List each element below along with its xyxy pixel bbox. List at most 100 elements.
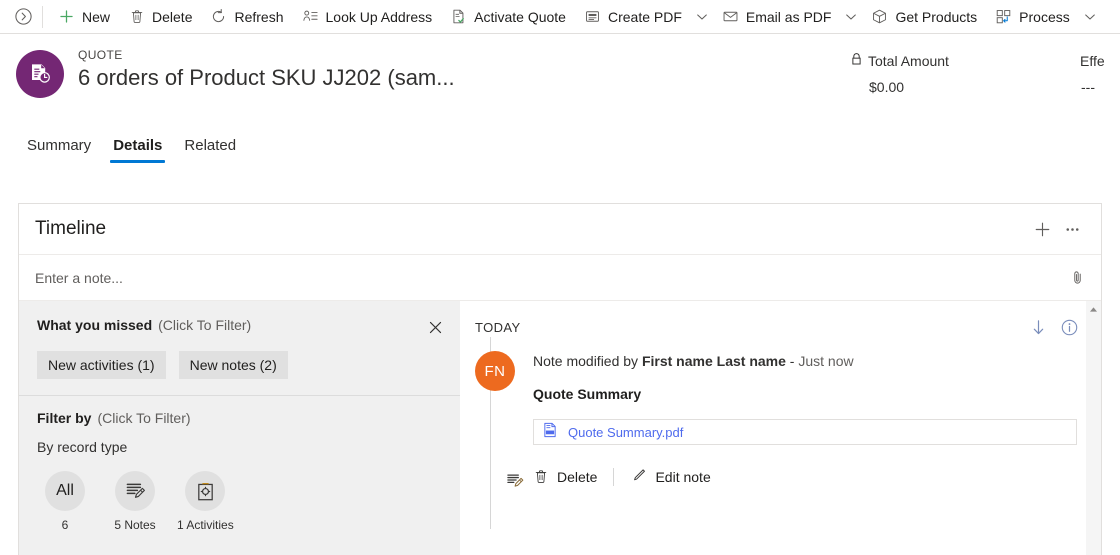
entry-edit-note-button[interactable]: Edit note — [630, 465, 711, 489]
page-title: 6 orders of Product SKU JJ202 (sam... — [78, 65, 455, 90]
create-pdf-button[interactable]: Create PDF — [575, 1, 691, 33]
timeline-entry: FN Note modified by First name Last name… — [461, 337, 1101, 529]
timeline-more-button[interactable] — [1057, 214, 1087, 244]
timeline-body: What you missed (Click To Filter) New ac… — [19, 301, 1101, 555]
get-products-button[interactable]: Get Products — [862, 1, 986, 33]
note-edit-icon — [126, 483, 145, 498]
entry-actions: Delete Edit note — [533, 465, 1077, 489]
note-edit-icon — [506, 473, 523, 487]
total-amount-label-row: Total Amount — [850, 52, 1080, 70]
email-as-pdf-chevron-button[interactable] — [840, 1, 862, 33]
collapse-nav-button[interactable] — [6, 1, 40, 33]
chevron-right-circle-icon — [14, 8, 32, 25]
record-header: QUOTE 6 orders of Product SKU JJ202 (sam… — [0, 34, 1120, 128]
feed-group-label: TODAY — [475, 319, 521, 335]
entry-edit-note-label: Edit note — [655, 469, 711, 485]
feed-scroll-up-button[interactable] — [1086, 301, 1101, 317]
look-up-address-button[interactable]: Look Up Address — [293, 1, 442, 33]
feed-sort-button[interactable] — [1029, 318, 1048, 337]
timeline-add-button[interactable] — [1027, 214, 1057, 244]
filter-by-subtitle: (Click To Filter) — [97, 410, 191, 426]
chip-new-notes[interactable]: New notes (2) — [178, 351, 288, 379]
activate-quote-icon — [450, 8, 467, 25]
what-you-missed-section: What you missed (Click To Filter) New ac… — [19, 301, 460, 396]
delete-button[interactable]: Delete — [119, 1, 201, 33]
entry-attachment[interactable]: Quote Summary.pdf — [533, 419, 1077, 445]
filter-option-activities-caption: 1 Activities — [177, 518, 234, 532]
tab-details[interactable]: Details — [102, 136, 173, 165]
tab-related[interactable]: Related — [173, 136, 247, 165]
lock-icon — [850, 52, 863, 70]
command-bar-divider — [42, 5, 43, 28]
feed-info-button[interactable] — [1060, 318, 1079, 337]
entry-delete-button[interactable]: Delete — [533, 466, 597, 489]
note-entry-row[interactable]: Enter a note... — [19, 255, 1101, 301]
filter-by-group-label: By record type — [37, 439, 128, 455]
pencil-icon — [630, 467, 647, 487]
chevron-down-icon — [1084, 13, 1095, 20]
entry-timestamp: Just now — [798, 353, 854, 369]
activity-clipboard-icon — [197, 482, 213, 500]
note-input[interactable]: Enter a note... — [35, 270, 1063, 286]
filter-option-all-circle: All — [45, 471, 85, 511]
filter-option-notes[interactable]: 5 Notes — [107, 471, 163, 532]
entry-delete-label: Delete — [557, 469, 598, 485]
what-you-missed-chips: New activities (1) New notes (2) — [37, 351, 446, 379]
refresh-button[interactable]: Refresh — [201, 1, 292, 33]
create-pdf-chevron-button[interactable] — [691, 1, 713, 33]
email-as-pdf-button[interactable]: Email as PDF — [713, 1, 841, 33]
filter-option-all[interactable]: All 6 — [37, 471, 93, 532]
products-box-icon — [871, 8, 888, 25]
entry-content: Note modified by First name Last name - … — [521, 351, 1101, 489]
entry-actions-divider — [613, 468, 615, 486]
effective-value: --- — [1081, 79, 1095, 95]
new-button[interactable]: New — [49, 1, 119, 33]
filter-option-all-caption: 6 — [61, 518, 69, 532]
entry-avatar-wrap: FN — [475, 351, 525, 491]
refresh-button-label: Refresh — [234, 8, 284, 25]
plus-icon — [58, 8, 75, 25]
filter-option-activities[interactable]: 1 Activities — [177, 471, 234, 532]
entry-author: First name Last name — [641, 353, 786, 369]
attach-file-button[interactable] — [1063, 264, 1091, 292]
timeline-feed: TODAY FN Note modified by First name Las… — [461, 301, 1101, 555]
record-tabs: Summary Details Related — [0, 128, 1120, 166]
tab-summary[interactable]: Summary — [16, 136, 102, 165]
avatar: FN — [475, 351, 515, 391]
what-you-missed-close-button[interactable] — [424, 317, 446, 337]
ellipsis-icon — [1065, 227, 1079, 231]
header-fields: Total Amount $0.00 Effe --- — [850, 52, 1120, 96]
chevron-down-icon — [846, 13, 857, 20]
filter-option-activities-circle — [185, 471, 225, 511]
activate-quote-button[interactable]: Activate Quote — [441, 1, 575, 33]
timeline-header: Timeline — [19, 204, 1101, 255]
entry-meta: Note modified by First name Last name - … — [533, 351, 1077, 371]
timeline-feed-header: TODAY — [461, 317, 1101, 337]
get-products-button-label: Get Products — [895, 8, 978, 25]
entry-meta-separator: - — [785, 353, 799, 369]
process-button[interactable]: Process — [986, 1, 1079, 33]
plus-icon — [1035, 222, 1049, 236]
app-root: New Delete Refresh Look Up Address Activ… — [0, 0, 1120, 555]
quote-document-icon — [32, 64, 50, 83]
timeline-title: Timeline — [35, 218, 107, 239]
filter-by-header: Filter by (Click To Filter) — [37, 410, 446, 426]
entry-meta-prefix: Note modified by — [533, 353, 642, 369]
process-icon — [995, 8, 1012, 25]
info-circle-icon — [1061, 319, 1078, 335]
avatar — [16, 50, 64, 98]
entry-attachment-name: Quote Summary.pdf — [568, 424, 684, 440]
process-chevron-button[interactable] — [1079, 1, 1101, 33]
entry-subject: Quote Summary — [533, 386, 642, 402]
what-you-missed-header: What you missed (Click To Filter) — [37, 317, 446, 337]
filter-option-notes-caption: 5 Notes — [114, 518, 156, 532]
new-button-label: New — [82, 8, 111, 25]
chevron-down-icon — [697, 13, 707, 20]
total-amount-label: Total Amount — [868, 53, 949, 69]
chip-new-activities[interactable]: New activities (1) — [37, 351, 166, 379]
pdf-file-icon — [542, 422, 558, 443]
total-amount-value: $0.00 — [869, 79, 905, 95]
refresh-icon — [210, 8, 227, 25]
effective-label-row: Effe — [1080, 52, 1120, 70]
feed-scrollbar[interactable] — [1085, 301, 1101, 555]
